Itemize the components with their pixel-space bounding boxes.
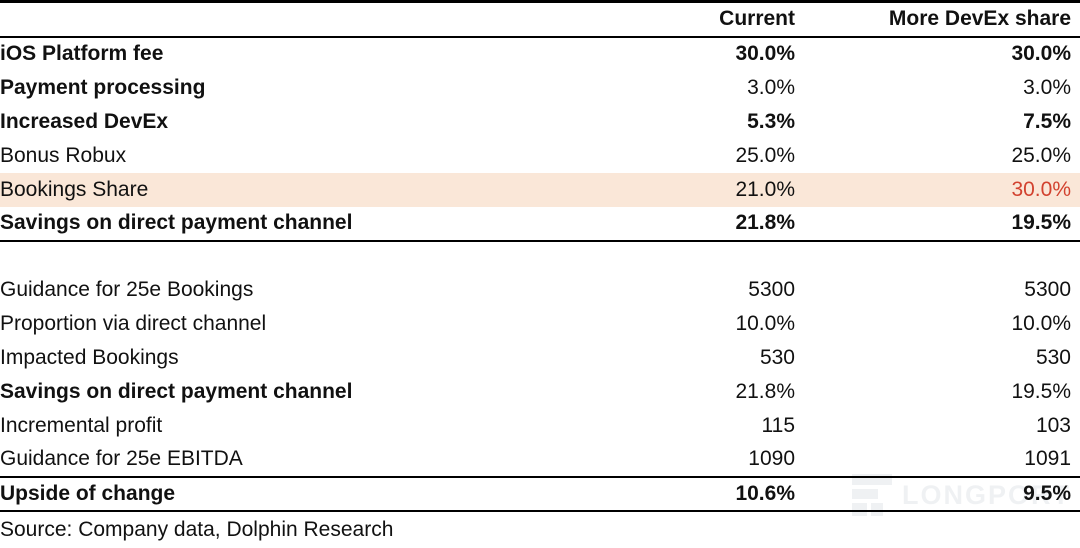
table-row: Proportion via direct channel 10.0% 10.0… <box>0 307 1080 341</box>
row-value-more-upside-of-change: 9.5% <box>800 476 1080 512</box>
table-row: Guidance for 25e EBITDA 1090 1091 <box>0 442 1080 478</box>
spacer-cell <box>800 241 1080 273</box>
row-label-proportion-via-direct-channel: Proportion via direct channel <box>0 311 267 335</box>
row-value-more-proportion-via-direct-channel: 10.0% <box>1011 311 1071 335</box>
row-value-current-savings-on-direct-payment-channel-2: 21.8% <box>735 379 795 403</box>
row-value-more-payment-processing: 3.0% <box>1023 75 1071 99</box>
row-value-more-incremental-profit: 103 <box>1035 413 1071 437</box>
row-label-ios-platform-fee: iOS Platform fee <box>0 42 164 65</box>
row-value-more-guidance-for-25e-bookings: 5300 <box>1024 277 1071 301</box>
table-body-section-two: Guidance for 25e Bookings 5300 5300 Prop… <box>0 273 1080 512</box>
table-row: Bonus Robux 25.0% 25.0% <box>0 139 1080 173</box>
column-header-label <box>0 0 560 38</box>
column-header-current: Current <box>560 0 800 38</box>
table-figure: LONGPORT Current More DevEx share iOS Pl… <box>0 0 1080 547</box>
table-row: Incremental profit 115 103 <box>0 409 1080 443</box>
row-label-increased-devex: Increased DevEx <box>0 109 169 133</box>
row-value-current-bookings-share: 21.0% <box>560 172 800 207</box>
table-row: Savings on direct payment channel 21.8% … <box>0 206 1080 242</box>
table-row-highlighted: Bookings Share 21.0% 30.0% <box>0 172 1080 207</box>
row-value-current-payment-processing: 3.0% <box>747 75 795 99</box>
table-row-total: Upside of change 10.6% 9.5% <box>0 476 1080 512</box>
row-label-savings-on-direct-payment-channel: Savings on direct payment channel <box>0 206 560 242</box>
source-row: Source: Company data, Dolphin Research <box>0 511 1080 548</box>
row-value-more-ios-platform-fee: 30.0% <box>1011 42 1071 65</box>
row-value-more-savings-on-direct-payment-channel: 19.5% <box>800 206 1080 242</box>
row-value-current-ios-platform-fee: 30.0% <box>735 42 795 65</box>
row-label-payment-processing: Payment processing <box>0 75 206 99</box>
table-row: Increased DevEx 5.3% 7.5% <box>0 105 1080 139</box>
row-value-current-upside-of-change: 10.6% <box>560 476 800 512</box>
section-spacer-row <box>0 241 1080 273</box>
row-label-bookings-share: Bookings Share <box>0 172 560 207</box>
row-label-guidance-for-25e-ebitda: Guidance for 25e EBITDA <box>0 442 560 478</box>
table-row: Impacted Bookings 530 530 <box>0 341 1080 375</box>
table-row: iOS Platform fee 30.0% 30.0% <box>0 37 1080 71</box>
row-value-current-increased-devex: 5.3% <box>747 109 795 133</box>
row-label-upside-of-change: Upside of change <box>0 476 560 512</box>
table-header-row: Current More DevEx share <box>0 0 1080 38</box>
row-value-current-incremental-profit: 115 <box>761 413 795 437</box>
table-body-section-one: iOS Platform fee 30.0% 30.0% Payment pro… <box>0 37 1080 273</box>
table-footer: Source: Company data, Dolphin Research <box>0 511 1080 548</box>
row-value-more-bonus-robux: 25.0% <box>1011 143 1071 167</box>
row-value-current-savings-on-direct-payment-channel: 21.8% <box>560 206 800 242</box>
row-label-savings-on-direct-payment-channel-2: Savings on direct payment channel <box>0 379 353 403</box>
row-label-bonus-robux: Bonus Robux <box>0 143 127 167</box>
row-value-current-guidance-for-25e-ebitda: 1090 <box>560 442 800 478</box>
spacer-cell <box>0 241 560 273</box>
row-value-more-impacted-bookings: 530 <box>1035 345 1071 369</box>
column-header-more-devex-share: More DevEx share <box>800 0 1080 38</box>
table-header: Current More DevEx share <box>0 0 1080 38</box>
table-row: Guidance for 25e Bookings 5300 5300 <box>0 273 1080 307</box>
table-row: Payment processing 3.0% 3.0% <box>0 71 1080 105</box>
row-label-guidance-for-25e-bookings: Guidance for 25e Bookings <box>0 277 254 301</box>
row-label-impacted-bookings: Impacted Bookings <box>0 345 179 369</box>
source-note: Source: Company data, Dolphin Research <box>0 517 394 541</box>
row-value-more-guidance-for-25e-ebitda: 1091 <box>800 442 1080 478</box>
row-value-more-increased-devex: 7.5% <box>1023 109 1071 133</box>
row-value-more-bookings-share: 30.0% <box>800 172 1080 207</box>
spacer-cell <box>560 241 800 273</box>
row-value-current-bonus-robux: 25.0% <box>735 143 795 167</box>
row-value-current-impacted-bookings: 530 <box>759 345 795 369</box>
table-row: Savings on direct payment channel 21.8% … <box>0 375 1080 409</box>
row-value-current-guidance-for-25e-bookings: 5300 <box>748 277 795 301</box>
comparison-table: Current More DevEx share iOS Platform fe… <box>0 0 1080 548</box>
row-value-current-proportion-via-direct-channel: 10.0% <box>735 311 795 335</box>
row-value-more-savings-on-direct-payment-channel-2: 19.5% <box>1011 379 1071 403</box>
row-label-incremental-profit: Incremental profit <box>0 413 163 437</box>
